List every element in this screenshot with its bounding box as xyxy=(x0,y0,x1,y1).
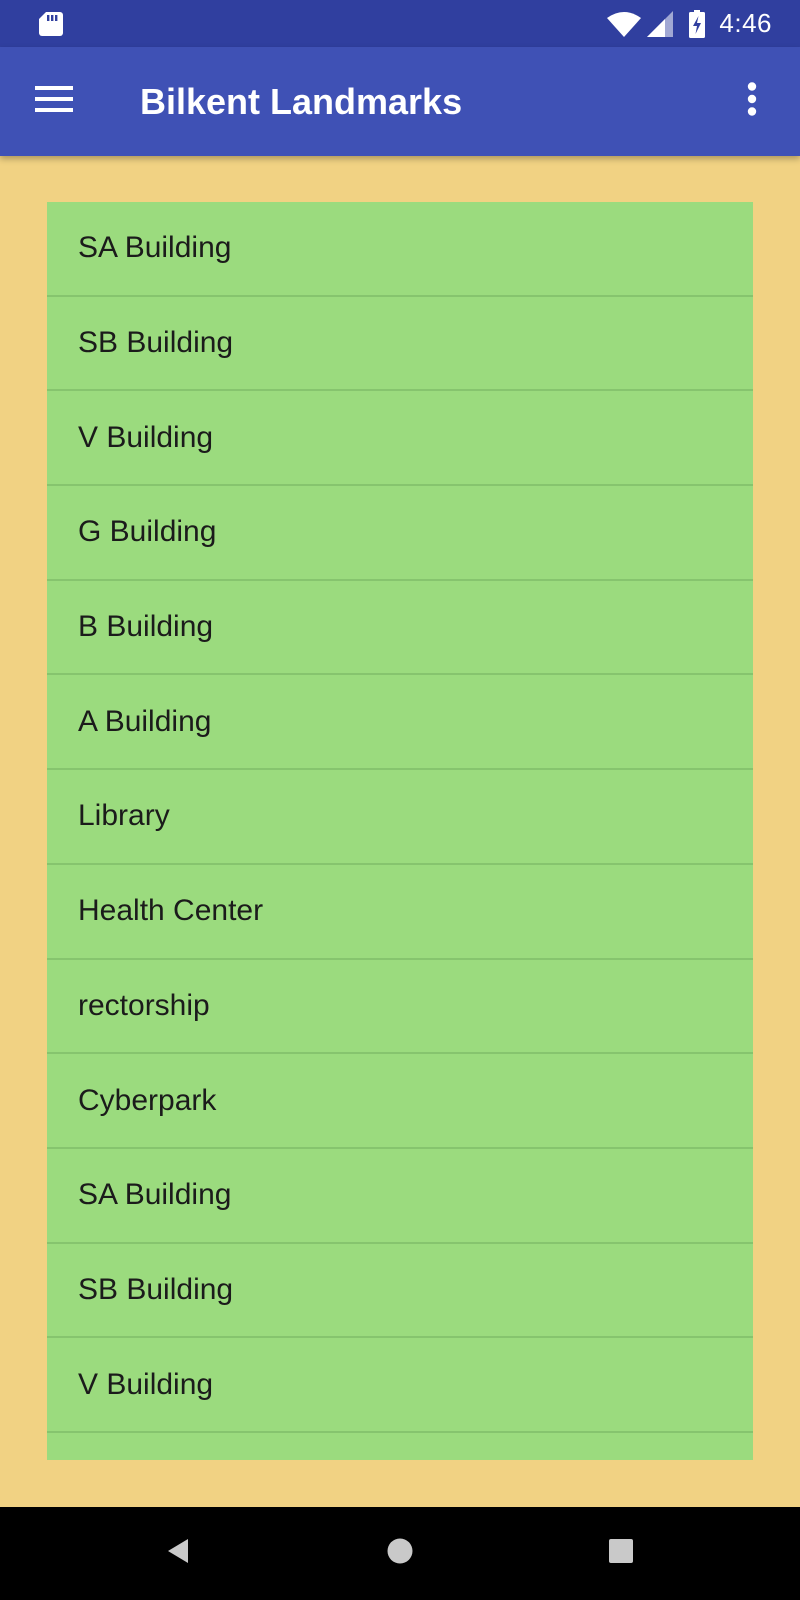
recents-icon xyxy=(609,1539,633,1568)
list-item[interactable]: rectorship xyxy=(47,960,753,1055)
status-icons: 4:46 xyxy=(607,0,772,47)
list-item[interactable]: SA Building xyxy=(47,202,753,297)
wifi-icon xyxy=(607,11,642,37)
menu-button[interactable] xyxy=(22,69,86,133)
list-item[interactable]: V Building xyxy=(47,391,753,487)
home-button[interactable] xyxy=(360,1507,440,1600)
list-item[interactable]: Library xyxy=(47,770,753,865)
status-bar: 4:46 xyxy=(0,0,800,47)
list-item[interactable]: G Building xyxy=(47,486,753,581)
status-clock: 4:46 xyxy=(719,8,772,38)
page-title: Bilkent Landmarks xyxy=(140,81,463,122)
overflow-menu-button[interactable] xyxy=(732,69,772,133)
app-bar: Bilkent Landmarks xyxy=(0,47,800,156)
list-item[interactable]: SB Building xyxy=(47,297,753,392)
list-item[interactable]: A Building xyxy=(47,675,753,771)
landmark-list[interactable]: SA Building SB Building V Building G Buildi… xyxy=(47,202,753,1460)
list-item[interactable]: B Building xyxy=(47,581,753,676)
hamburger-menu-icon xyxy=(35,85,73,117)
battery-charging-icon xyxy=(689,9,706,38)
navigation-bar xyxy=(0,1507,800,1600)
list-item[interactable]: Cyberpark xyxy=(47,1054,753,1149)
list-item[interactable]: Health Center xyxy=(47,865,753,960)
more-vert-icon xyxy=(747,81,757,121)
back-icon xyxy=(166,1538,190,1569)
home-icon xyxy=(387,1538,413,1569)
signal-icon xyxy=(647,10,674,37)
list-item[interactable]: SA Building xyxy=(47,1149,753,1244)
recents-button[interactable] xyxy=(581,1507,661,1600)
list-item[interactable]: V Building xyxy=(47,1338,753,1433)
back-button[interactable] xyxy=(138,1507,218,1600)
sd-card-icon xyxy=(39,12,63,41)
list-item[interactable]: SB Building xyxy=(47,1244,753,1339)
